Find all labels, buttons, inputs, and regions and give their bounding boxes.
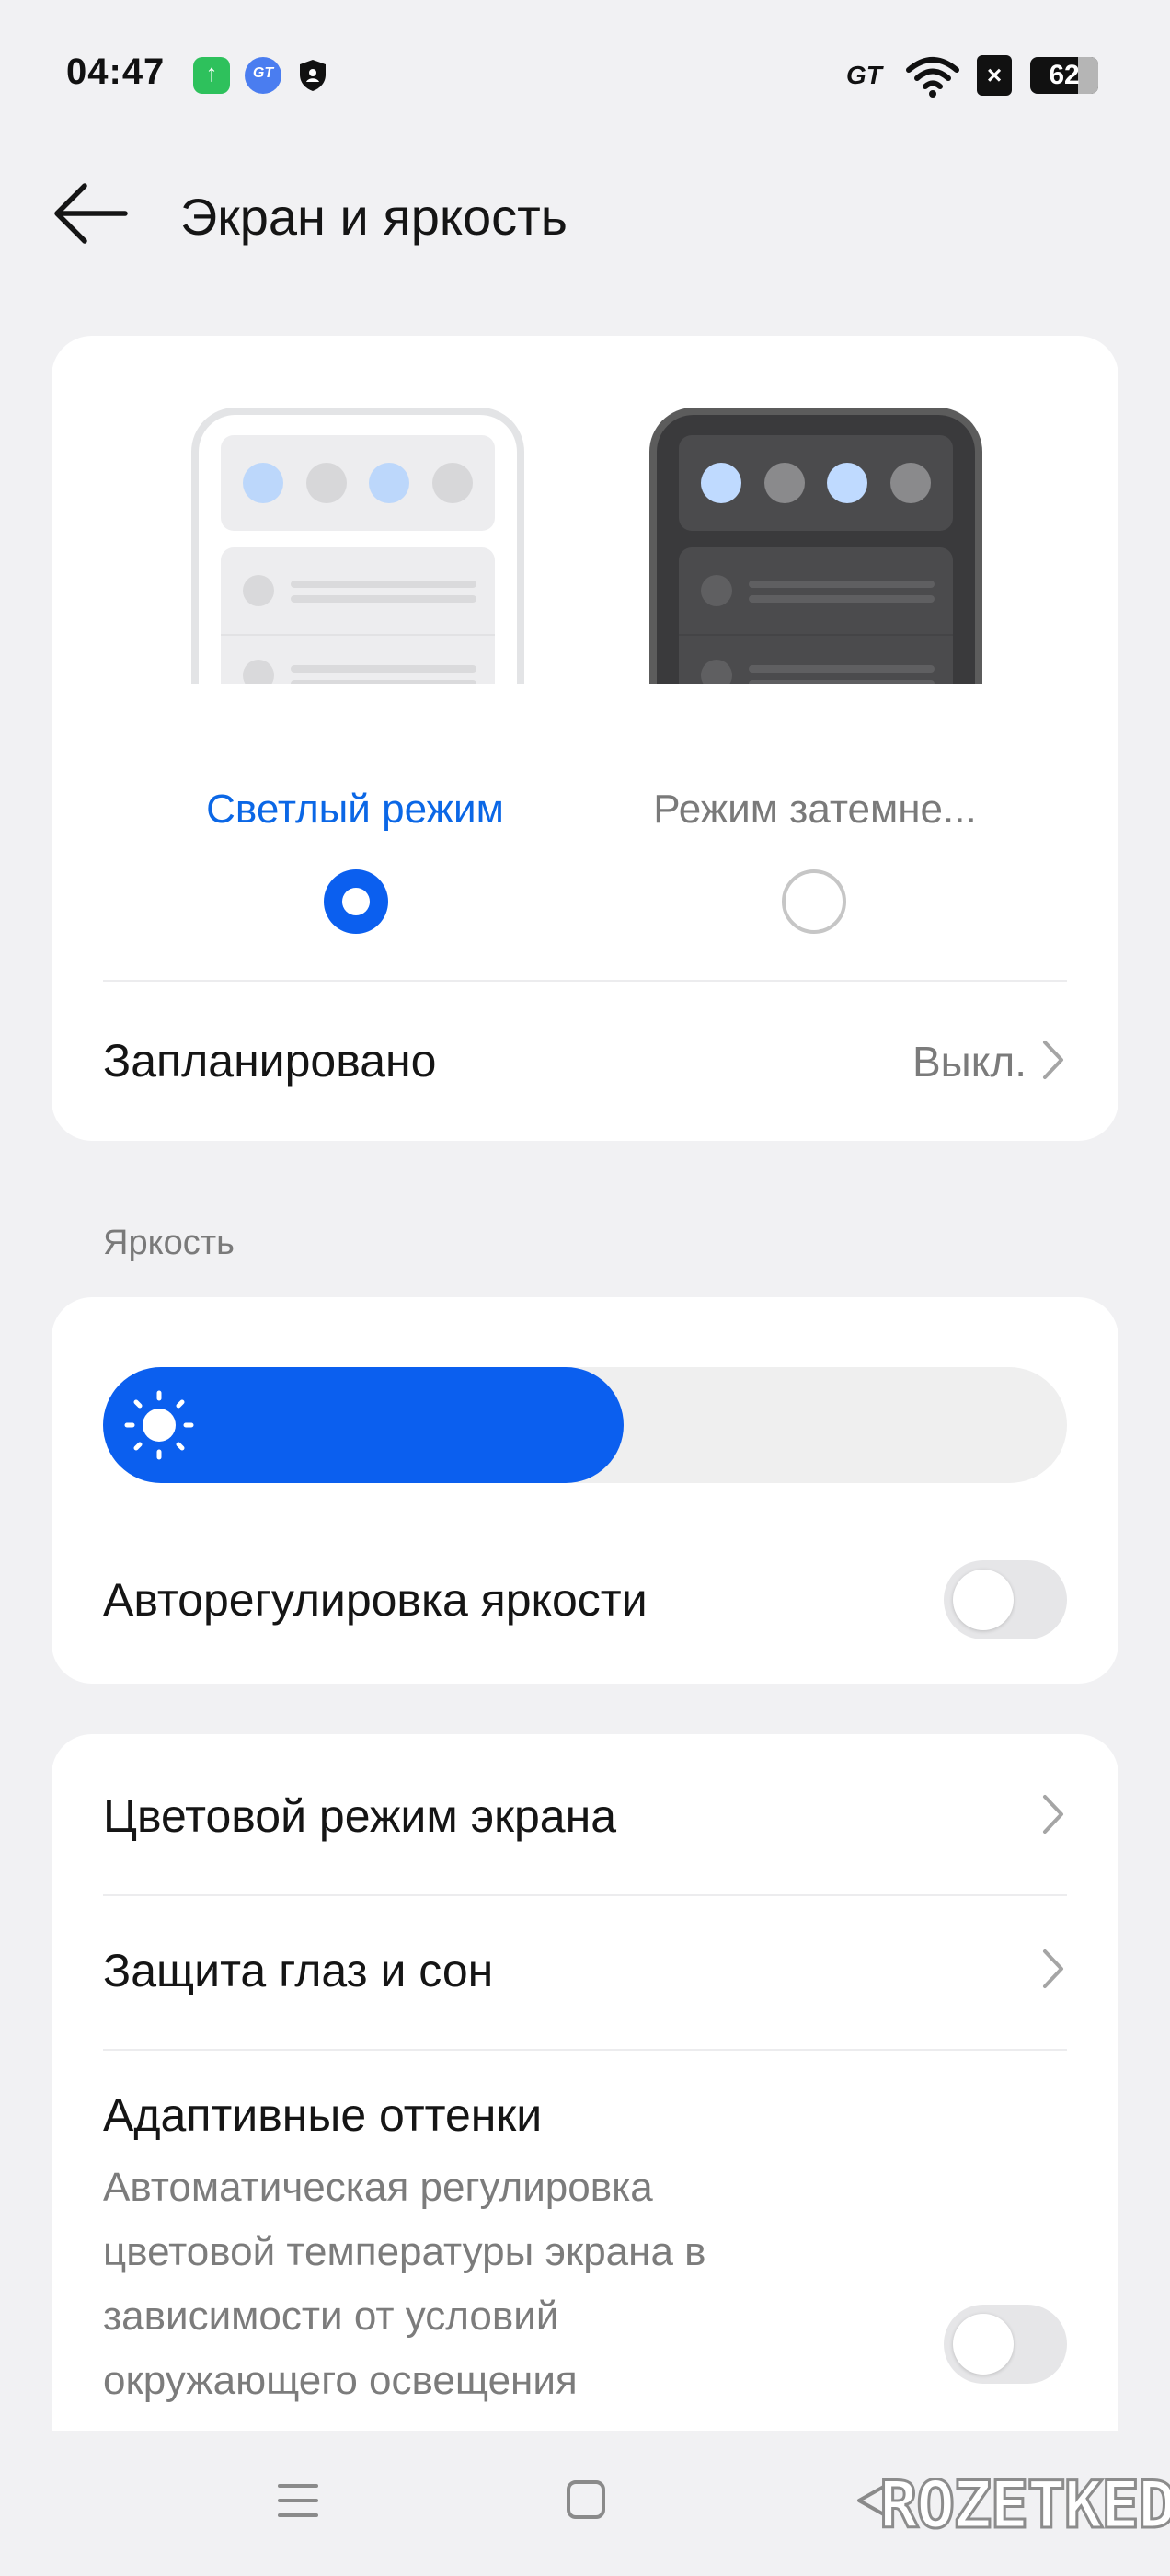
brightness-section-title: Яркость [103, 1224, 235, 1262]
chevron-right-icon [1043, 1949, 1063, 1988]
battery-level: 62 [1049, 60, 1080, 90]
brightness-slider-fill[interactable] [103, 1367, 624, 1483]
home-icon[interactable] [567, 2480, 605, 2519]
light-mode-preview[interactable] [191, 408, 524, 684]
battery-icon: 62 [1030, 57, 1098, 94]
wifi-icon [906, 57, 959, 98]
scheduled-value: Выкл. [912, 1038, 1027, 1086]
color-mode-row[interactable]: Цветовой режим экрана [52, 1734, 1118, 1894]
recent-apps-icon[interactable] [278, 2482, 318, 2519]
navigation-bar: ROZETKED [0, 2431, 1170, 2576]
page-title: Экран и яркость [180, 188, 568, 246]
dark-mode-radio[interactable] [782, 869, 846, 934]
status-time: 04:47 [66, 52, 166, 92]
gt-mode-icon: GT [846, 61, 882, 89]
dark-mode-label[interactable]: Режим затемне... [622, 787, 1008, 833]
back-arrow-icon[interactable] [52, 180, 129, 247]
eye-protection-row[interactable]: Защита глаз и сон [52, 1896, 1118, 2049]
adaptive-tones-description: Автоматическая регулировка цветовой темп… [103, 2165, 706, 2403]
auto-brightness-toggle[interactable] [944, 1560, 1067, 1639]
shield-icon [300, 60, 326, 91]
adaptive-tones-toggle[interactable] [944, 2305, 1067, 2384]
scheduled-label: Запланировано [103, 1035, 437, 1087]
theme-card: Светлый режим Режим затемне... Запланиро… [52, 336, 1118, 1141]
chevron-right-icon [1043, 1041, 1063, 1079]
light-mode-label[interactable]: Светлый режим [162, 787, 548, 833]
upload-icon [193, 57, 230, 94]
light-mode-radio[interactable] [324, 869, 388, 934]
eye-protection-label: Защита глаз и сон [103, 1945, 494, 1996]
adaptive-tones-title: Адаптивные оттенки [103, 2089, 543, 2141]
dark-mode-preview[interactable] [649, 408, 982, 684]
no-sim-icon: × [977, 55, 1012, 96]
color-mode-label: Цветовой режим экрана [103, 1790, 617, 1842]
chevron-right-icon [1043, 1795, 1063, 1834]
sun-icon [124, 1390, 194, 1460]
watermark-logo: ROZETKED [878, 2467, 1170, 2545]
brightness-slider[interactable] [103, 1367, 1067, 1483]
scheduled-row[interactable]: Запланировано Выкл. [52, 982, 1118, 1141]
divider [103, 2049, 1067, 2051]
status-bar: 04:47 GT × 62 [0, 0, 1170, 147]
auto-brightness-label: Авторегулировка яркости [103, 1574, 648, 1626]
brightness-card: Авторегулировка яркости [52, 1297, 1118, 1684]
gt-app-icon [245, 57, 281, 94]
